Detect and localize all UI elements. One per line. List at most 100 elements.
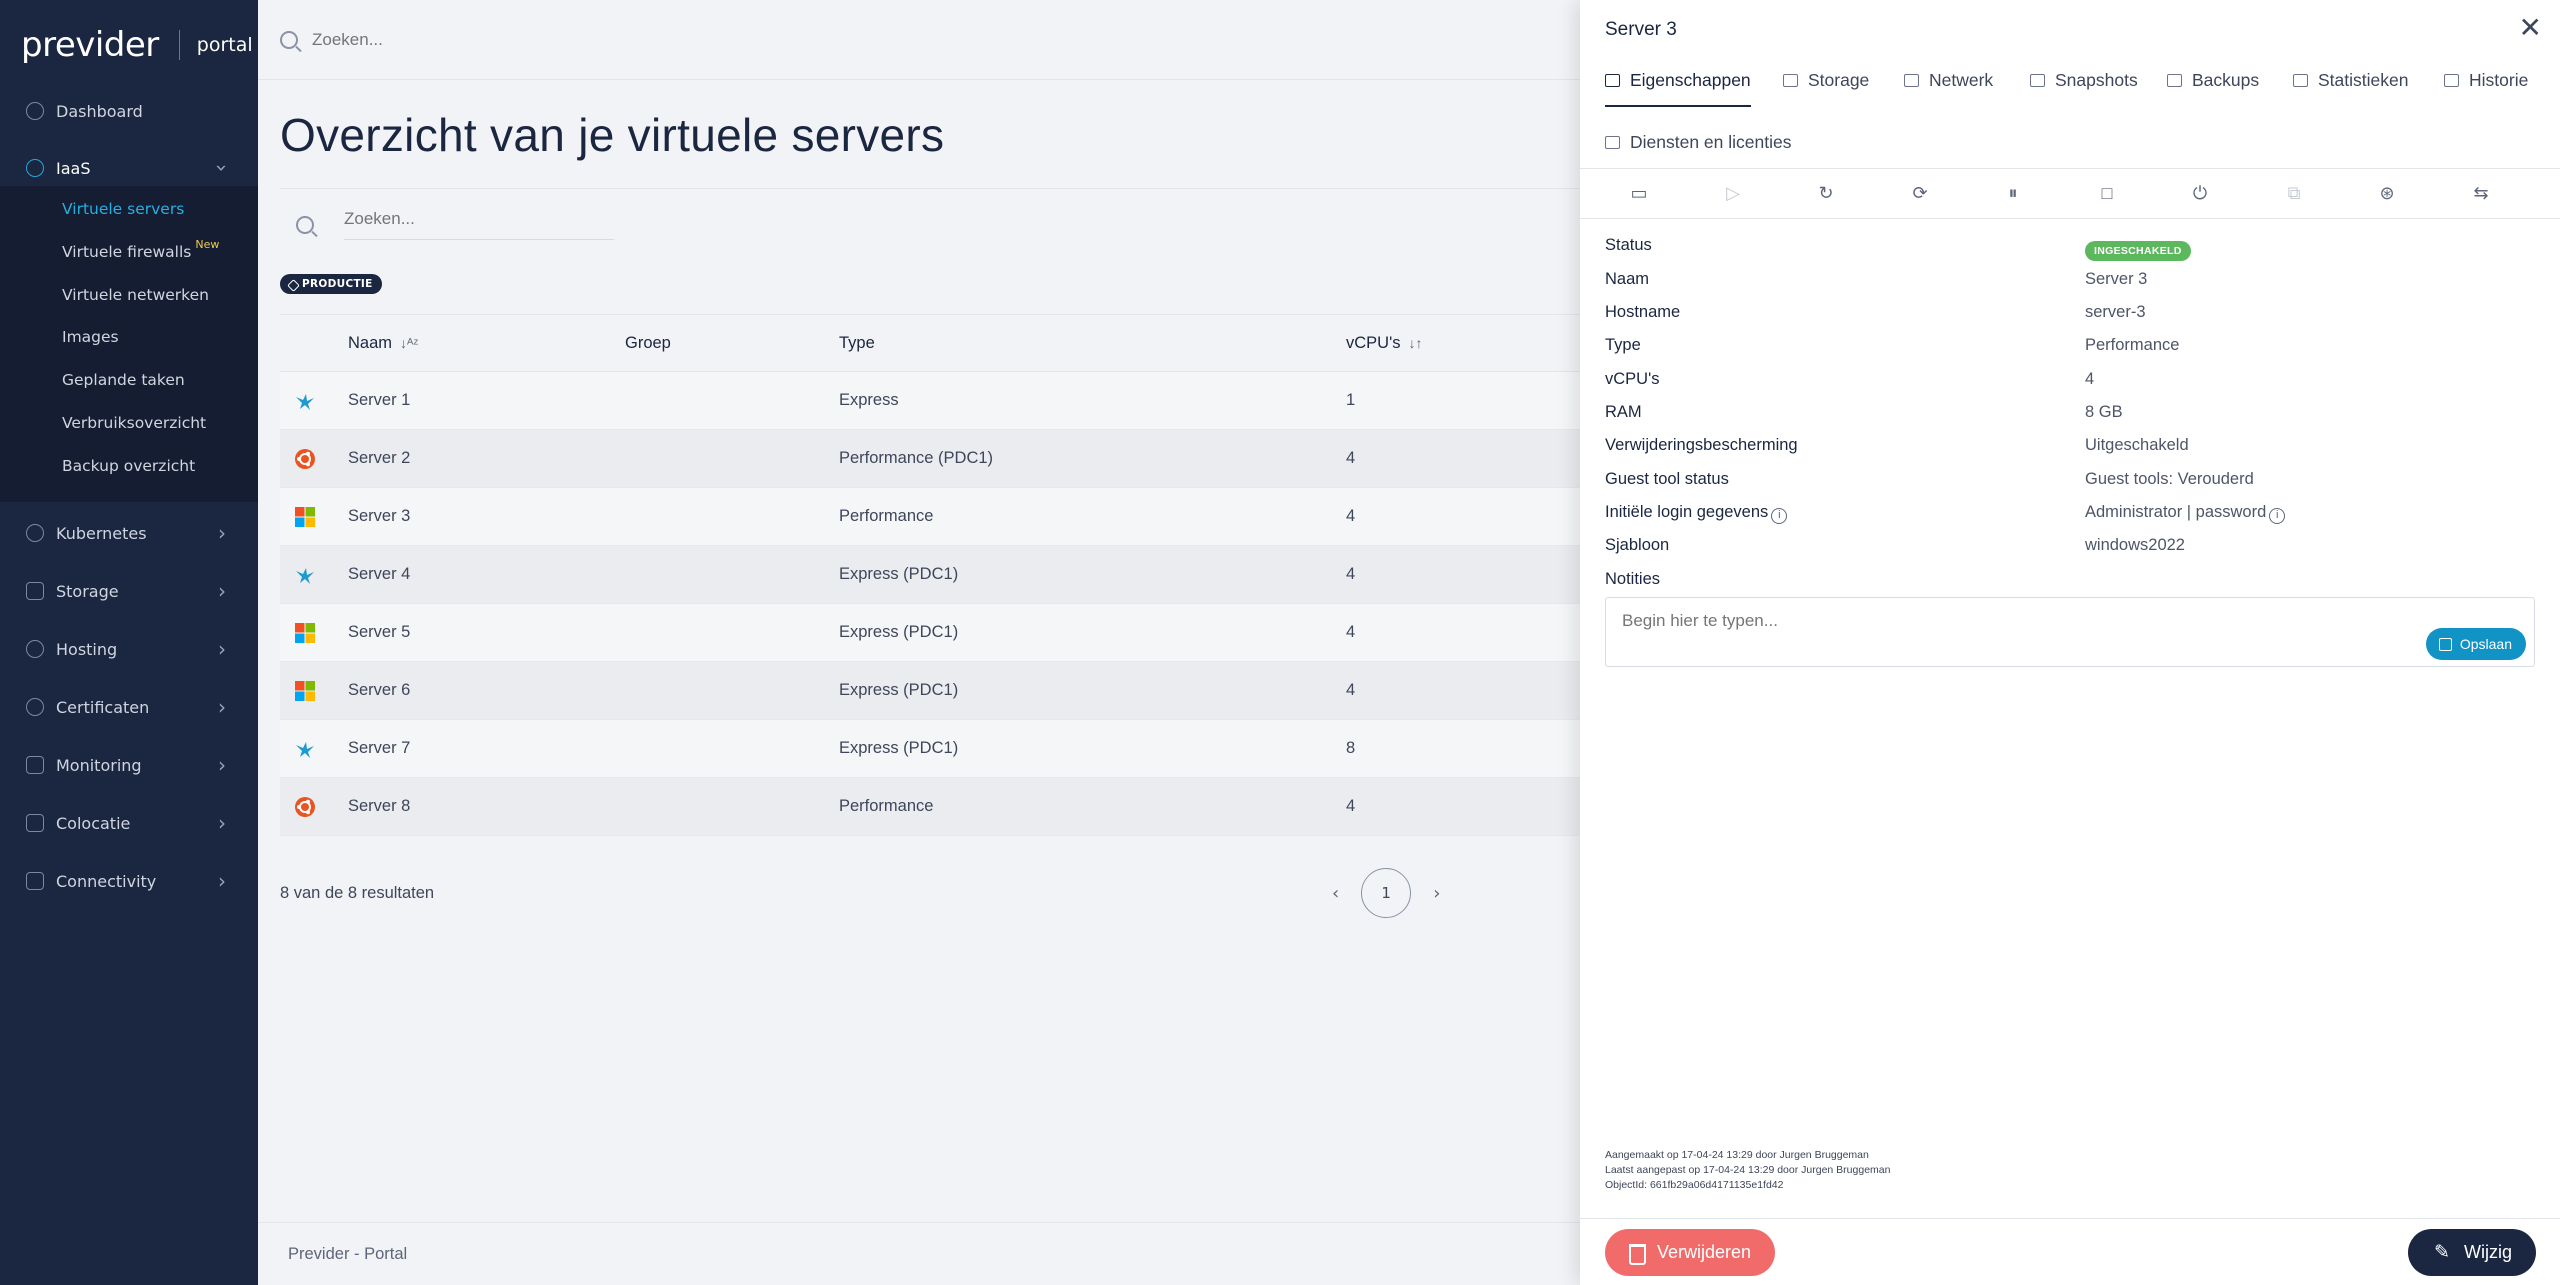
tab-netwerk[interactable]: Netwerk [1904,70,1993,105]
brand[interactable]: previder portal [0,0,258,90]
prop-naam: Naam Server 3 [1605,270,2535,303]
servers-table: Naam ↓ᴬᶻ Groep Type vCPU's ↓↑ Server 1 Expr… [280,314,1580,836]
cell-type: Express (PDC1) [839,739,959,757]
filter-bar [280,188,1580,244]
clone-icon[interactable]: ⧉ [2284,183,2304,203]
prev-page-icon[interactable]: ‹ [1332,883,1339,904]
tab-eigenschappen[interactable]: Eigenschappen [1605,70,1751,107]
tab-statistieken[interactable]: Statistieken [2293,70,2408,105]
cell-vcpu: 4 [1346,565,1356,583]
windows-icon [294,622,316,644]
table-search-input[interactable] [344,209,614,240]
pause-icon[interactable]: ⏸ [2003,183,2023,203]
filter-tag-productie[interactable]: PRODUCTIE [280,274,382,294]
tab-historie[interactable]: Historie [2444,70,2528,105]
results-count: 8 van de 8 resultaten [280,884,435,902]
tab-backups[interactable]: Backups [2167,70,2259,105]
tab-label: Storage [1808,70,1870,90]
save-notes-button[interactable]: Opslaan [2425,628,2526,660]
chevron-down-icon: › [210,164,234,172]
global-search-input[interactable] [312,29,912,50]
edit-button[interactable]: Wijzig [2408,1229,2536,1276]
next-page-icon[interactable]: › [1433,883,1440,904]
play-icon[interactable]: ▷ [1723,183,1743,203]
audit-modified: Laatst aangepast op 17-04-24 13:29 door … [1605,1164,1891,1176]
nav-label: Certificaten [56,697,150,717]
prop-label: RAM [1605,403,1642,421]
nav-kubernetes[interactable]: Kubernetes › [0,513,258,553]
nav-certificaten[interactable]: Certificaten › [0,687,258,727]
prop-verwijderingsbescherming: Verwijderingsbescherming Uitgeschakeld [1605,436,2535,469]
sub-item-label: Virtuele firewalls [62,243,192,261]
tab-snapshots[interactable]: Snapshots [2030,70,2138,105]
nav-label: Hosting [56,639,118,659]
sort-icon[interactable]: ↓↑ [1409,335,1423,351]
column-header-naam[interactable]: Naam ↓ᴬᶻ [348,334,418,353]
prop-label: Status [1605,236,1652,254]
sub-item-virtuele-netwerken[interactable]: Virtuele netwerken [62,286,209,304]
console-icon[interactable]: ▭ [1629,183,1649,203]
cell-name: Server 2 [348,449,411,467]
info-icon[interactable]: i [1771,508,1788,524]
sub-item-verbruiksoverzicht[interactable]: Verbruiksoverzicht [62,414,206,432]
cell-type: Express (PDC1) [839,565,959,583]
prop-value: server-3 [2085,303,2146,321]
cell-vcpu: 1 [1346,391,1356,409]
column-header-groep[interactable]: Groep [625,334,671,353]
sub-item-backup-overzicht[interactable]: Backup overzicht [62,457,195,475]
column-header-type[interactable]: Type [839,334,875,353]
stop-icon[interactable]: □ [2097,183,2117,203]
cell-type: Express (PDC1) [839,623,959,641]
column-header-vcpu[interactable]: vCPU's ↓↑ [1346,334,1423,353]
cell-name: Server 8 [348,797,411,815]
notes-textarea[interactable] [1606,598,2534,666]
page-button-current[interactable]: 1 [1361,868,1412,918]
prop-label: Sjabloon [1605,536,1670,554]
table-row[interactable]: Server 6 Express (PDC1) 4 [280,662,1580,720]
prop-value: 8 GB [2085,403,2123,421]
tab-storage[interactable]: Storage [1783,70,1869,105]
cell-name: Server 6 [348,681,411,699]
table-row[interactable]: Server 1 Express 1 [280,372,1580,430]
audit-object-id: ObjectId: 661fb29a06d4171135e1fd42 [1605,1179,1784,1191]
table-row[interactable]: Server 4 Express (PDC1) 4 [280,546,1580,604]
chevron-right-icon: › [218,521,226,545]
sub-item-geplande-taken[interactable]: Geplande taken [62,371,185,389]
nav-storage[interactable]: Storage › [0,571,258,611]
windows-icon [294,506,316,528]
close-icon[interactable]: ✕ [2519,14,2542,42]
delete-button[interactable]: Verwijderen [1605,1229,1776,1276]
table-row[interactable]: Server 5 Express (PDC1) 4 [280,604,1580,662]
tools-icon[interactable]: ⊛ [2377,183,2397,203]
tab-diensten-en-licenties[interactable]: Diensten en licenties [1605,132,1791,167]
filter-search [296,209,614,240]
restart-icon[interactable]: ↻ [1816,183,1836,203]
table-row[interactable]: Server 8 Performance 4 [280,778,1580,836]
power-icon[interactable]: ⏻ [2190,183,2210,203]
cell-type: Performance [839,507,934,525]
nav-hosting[interactable]: Hosting › [0,629,258,669]
sort-az-icon[interactable]: ↓ᴬᶻ [400,335,418,351]
nav-dashboard[interactable]: Dashboard [0,91,258,131]
migrate-icon[interactable]: ⇆ [2471,183,2491,203]
table-header: Naam ↓ᴬᶻ Groep Type vCPU's ↓↑ [280,314,1580,372]
tab-label: Diensten en licenties [1630,132,1792,152]
sub-item-images[interactable]: Images [62,328,119,346]
nav-monitoring[interactable]: Monitoring › [0,745,258,785]
sub-item-virtuele-servers[interactable]: Virtuele servers [62,200,184,218]
reset-icon[interactable]: ⟳ [1910,183,1930,203]
dashboard-icon [26,102,44,120]
nav-iaas[interactable]: IaaS › [0,148,258,188]
sub-item-virtuele-firewalls[interactable]: Virtuele firewalls New [62,238,219,261]
table-row[interactable]: Server 2 Performance (PDC1) 4 [280,430,1580,488]
prop-value: Guest tools: Verouderd [2085,470,2254,488]
nav-connectivity[interactable]: Connectivity › [0,861,258,901]
table-row[interactable]: Server 3 Performance 4 [280,488,1580,546]
info-icon[interactable]: i [2269,508,2286,524]
iaas-submenu: Virtuele servers Virtuele firewalls New V… [0,186,258,502]
table-row[interactable]: Server 7 Express (PDC1) 8 [280,720,1580,778]
nav-colocatie[interactable]: Colocatie › [0,803,258,843]
network-icon [1904,74,1919,87]
colocation-icon [26,814,44,832]
prop-value: Administrator | password i [2085,503,2286,524]
